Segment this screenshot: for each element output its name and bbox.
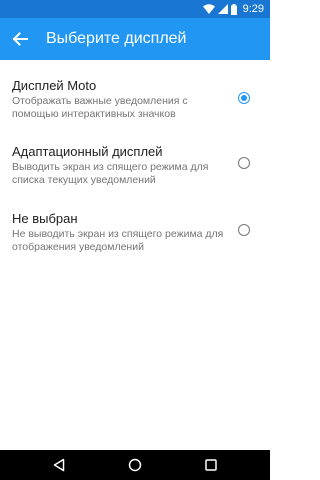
page-title: Выберите дисплей (46, 30, 187, 47)
option-title: Дисплей Moto (12, 78, 97, 93)
option-adaptive-display[interactable]: Адаптационный дисплей Выводить экран из … (0, 136, 270, 196)
radio-adaptive-display[interactable] (238, 157, 250, 169)
navigation-bar (0, 450, 270, 480)
arrow-back-icon[interactable] (11, 30, 29, 48)
radio-moto-display[interactable] (238, 92, 250, 104)
app-bar: Выберите дисплей (0, 18, 270, 60)
home-circle-icon[interactable] (128, 458, 142, 472)
status-time: 9:29 (242, 3, 264, 15)
recents-square-icon[interactable] (204, 458, 218, 472)
option-subtitle: Не выводить экран из спящего режима для … (12, 228, 224, 253)
option-title: Адаптационный дисплей (12, 144, 163, 159)
status-icons: 9:29 (202, 0, 264, 18)
back-triangle-icon[interactable] (52, 458, 66, 472)
status-bar: 9:29 (0, 0, 270, 18)
battery-icon (230, 3, 237, 15)
option-title: Не выбран (12, 211, 78, 226)
option-subtitle: Отображать важные уведомления с помощью … (12, 95, 188, 120)
option-subtitle: Выводить экран из спящего режима для спи… (12, 161, 209, 186)
option-moto-display[interactable]: Дисплей Moto Отображать важные уведомлен… (0, 70, 270, 130)
signal-icon (217, 4, 228, 14)
radio-none[interactable] (238, 224, 250, 236)
wifi-icon (202, 4, 215, 14)
option-none[interactable]: Не выбран Не выводить экран из спящего р… (0, 203, 270, 263)
